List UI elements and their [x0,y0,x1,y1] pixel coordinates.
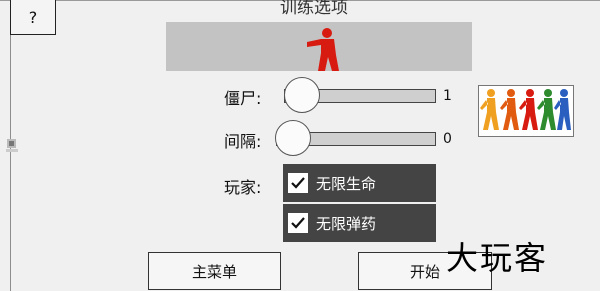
start-label: 开始 [409,262,440,281]
infinite-ammo-label: 无限弹药 [316,214,377,233]
help-button[interactable]: ? [10,0,56,35]
zombies-slider-knob[interactable] [284,77,320,113]
infinite-ammo-option[interactable]: 无限弹药 [283,204,436,242]
infinite-life-checkbox[interactable] [288,173,308,193]
infinite-ammo-checkbox[interactable] [288,213,308,233]
page-title: 训练选项 [280,0,348,18]
interval-value: 0 [443,131,452,147]
interval-slider-knob[interactable] [275,120,311,156]
infinite-life-option[interactable]: 无限生命 [283,164,436,202]
zombies-value: 1 [443,88,452,104]
player-label: 玩家: [224,178,262,197]
main-menu-button[interactable]: 主菜单 [148,252,281,290]
help-label: ? [28,7,38,27]
character-preview [166,22,472,71]
infinite-life-label: 无限生命 [316,174,377,193]
zombies-label: 僵尸: [224,89,262,108]
checkmark-icon [291,217,305,229]
figure-preview-icon [307,28,339,71]
unknown-corner-icon [6,137,20,159]
marching-figures-image [478,85,574,137]
marching-figures-icon [480,89,571,130]
checkmark-icon [291,177,305,189]
main-menu-label: 主菜单 [191,262,237,281]
watermark: 大玩客 [446,239,549,277]
interval-label: 间隔: [224,132,262,151]
